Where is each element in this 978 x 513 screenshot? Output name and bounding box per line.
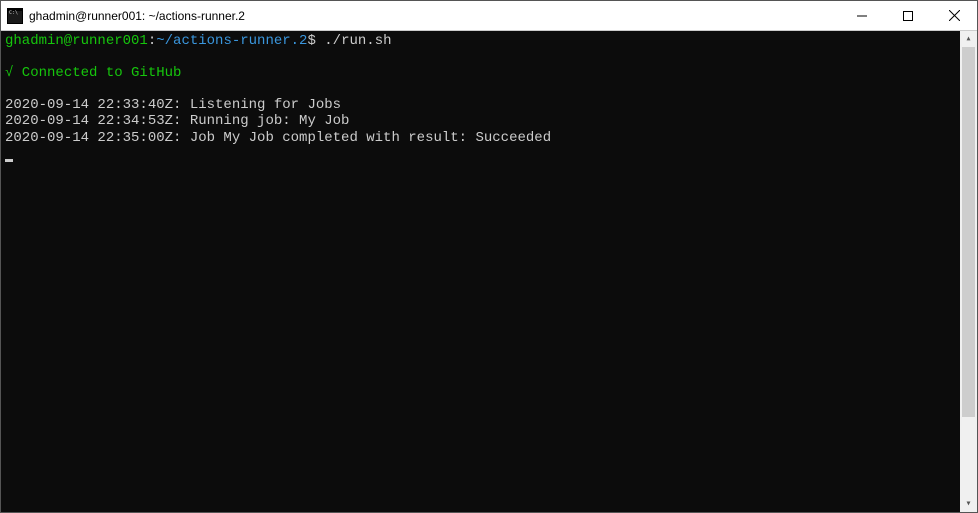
maximize-button[interactable]	[885, 1, 931, 30]
terminal-output[interactable]: ghadmin@runner001:~/actions-runner.2$ ./…	[1, 31, 960, 512]
connected-status: Connected to GitHub	[13, 65, 181, 81]
prompt-sigil: $	[307, 33, 315, 49]
scroll-down-arrow[interactable]: ▾	[960, 496, 977, 512]
cursor	[5, 159, 13, 162]
window-title: ghadmin@runner001: ~/actions-runner.2	[29, 9, 839, 23]
vertical-scrollbar[interactable]: ▴ ▾	[960, 31, 977, 512]
close-button[interactable]	[931, 1, 977, 30]
minimize-button[interactable]	[839, 1, 885, 30]
terminal-area: ghadmin@runner001:~/actions-runner.2$ ./…	[1, 31, 977, 512]
log-line: 2020-09-14 22:35:00Z: Job My Job complet…	[5, 130, 551, 146]
terminal-icon: C:\	[7, 8, 23, 24]
svg-text:C:\: C:\	[9, 10, 18, 16]
prompt-user-host: ghadmin@runner001	[5, 33, 148, 49]
prompt-command: ./run.sh	[324, 33, 391, 49]
scrollbar-thumb[interactable]	[962, 47, 975, 417]
log-line: 2020-09-14 22:34:53Z: Running job: My Jo…	[5, 113, 349, 129]
log-line: 2020-09-14 22:33:40Z: Listening for Jobs	[5, 97, 341, 113]
prompt-path: ~/actions-runner.2	[156, 33, 307, 49]
window-controls	[839, 1, 977, 30]
prompt-sep: :	[148, 33, 156, 49]
scroll-up-arrow[interactable]: ▴	[960, 31, 977, 47]
window-titlebar: C:\ ghadmin@runner001: ~/actions-runner.…	[1, 1, 977, 31]
